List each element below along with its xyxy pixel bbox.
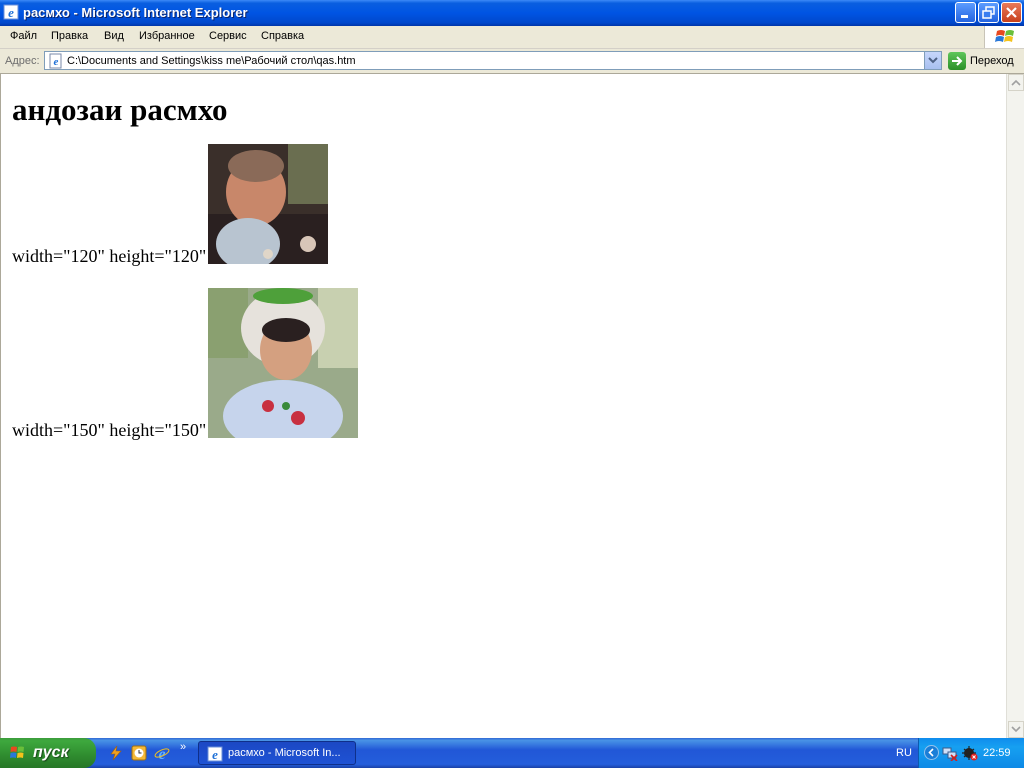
address-label: Адрес:: [5, 55, 40, 67]
menu-help[interactable]: Справка: [261, 30, 304, 42]
chevron-down-icon: [1011, 726, 1021, 733]
page-icon: e: [49, 53, 62, 69]
go-arrow-icon: [952, 56, 963, 66]
taskbar-window-button[interactable]: e расмхо - Microsoft In...: [198, 741, 356, 765]
close-button[interactable]: [1001, 2, 1022, 23]
restore-button[interactable]: [978, 2, 999, 23]
chevron-left-icon: [928, 748, 934, 757]
address-input[interactable]: e C:\Documents and Settings\kiss me\Рабо…: [44, 51, 942, 70]
image-label-large: width="150" height="150": [12, 420, 207, 440]
close-icon: [1006, 7, 1017, 18]
restore-icon: [982, 6, 995, 19]
clock[interactable]: 22:59: [983, 747, 1011, 759]
page-content: андозаи расмхо width="120" height="120" …: [0, 74, 1006, 738]
network-disconnected-icon[interactable]: [942, 745, 958, 761]
quicklaunch-more-indicator[interactable]: »: [180, 741, 186, 753]
minimize-icon: [961, 15, 968, 18]
scroll-down-button[interactable]: [1008, 721, 1024, 738]
ie-icon: e: [207, 746, 223, 762]
quicklaunch-clock-icon[interactable]: [131, 745, 147, 761]
language-indicator[interactable]: RU: [896, 747, 912, 759]
system-tray: 22:59: [918, 738, 1024, 768]
scroll-up-button[interactable]: [1008, 74, 1024, 91]
windows-flag-icon: [10, 746, 24, 758]
security-alert-icon[interactable]: [962, 745, 978, 761]
go-button[interactable]: [948, 52, 966, 70]
menu-bar: Файл Правка Вид Избранное Сервис Справка: [0, 26, 1024, 49]
menu-file[interactable]: Файл: [10, 30, 37, 42]
svg-text:e: e: [158, 746, 165, 761]
page-heading: андозаи расмхо: [12, 92, 228, 127]
chevron-down-icon: [928, 57, 938, 64]
menu-favorites[interactable]: Избранное: [139, 30, 195, 42]
address-dropdown-button[interactable]: [924, 52, 941, 69]
title-bar[interactable]: e расмхо - Microsoft Internet Explorer: [0, 0, 1024, 26]
svg-text:e: e: [212, 747, 218, 762]
windows-flag-icon: [995, 30, 1014, 42]
go-label[interactable]: Переход: [970, 55, 1014, 67]
image-label-small: width="120" height="120": [12, 246, 207, 266]
taskbar-window-label: расмхо - Microsoft In...: [228, 747, 341, 759]
windows-logo: [984, 26, 1024, 48]
minimize-button[interactable]: [955, 2, 976, 23]
address-bar: Адрес: e C:\Documents and Settings\kiss …: [0, 49, 1024, 74]
quicklaunch-winamp-icon[interactable]: [108, 745, 124, 761]
tray-expand-button[interactable]: [924, 745, 939, 760]
ie-icon: e: [3, 4, 19, 20]
photo-child-large: [208, 288, 358, 438]
menu-edit[interactable]: Правка: [51, 30, 88, 42]
address-value: C:\Documents and Settings\kiss me\Рабочи…: [67, 55, 356, 67]
quicklaunch-ie-icon[interactable]: e: [154, 745, 170, 761]
menu-tools[interactable]: Сервис: [209, 30, 247, 42]
menu-view[interactable]: Вид: [104, 30, 124, 42]
window-title: расмхо - Microsoft Internet Explorer: [23, 5, 248, 20]
start-label: пуск: [33, 744, 69, 761]
svg-text:e: e: [8, 5, 14, 20]
start-button[interactable]: пуск: [0, 738, 96, 768]
vertical-scrollbar[interactable]: [1006, 74, 1024, 738]
svg-text:e: e: [54, 56, 59, 68]
taskbar: пуск e » e расмхо - Microsoft In... RU 2…: [0, 738, 1024, 768]
photo-child-small: [208, 144, 328, 264]
chevron-up-icon: [1011, 79, 1021, 86]
